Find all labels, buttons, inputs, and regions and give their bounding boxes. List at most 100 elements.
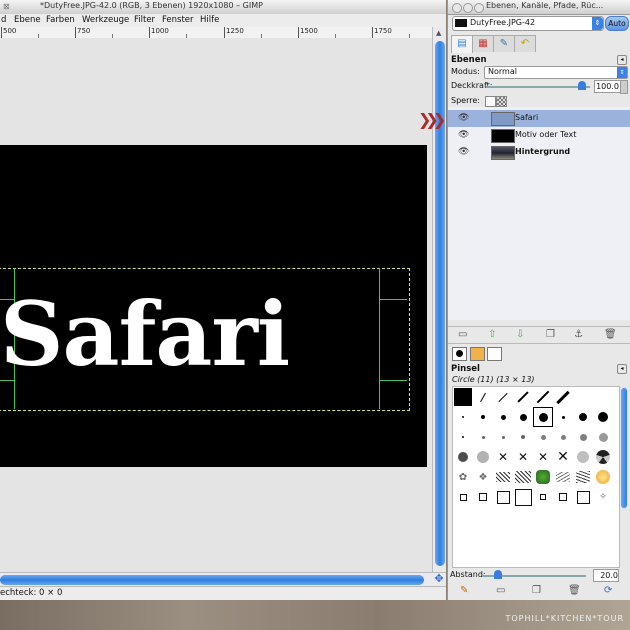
vertical-scrollbar[interactable]: ▲ bbox=[432, 27, 446, 572]
duplicate-layer-icon[interactable]: ❐ bbox=[546, 329, 555, 340]
lower-layer-icon[interactable]: ⇩ bbox=[516, 329, 524, 340]
brush-item[interactable] bbox=[573, 487, 593, 507]
brush-item[interactable] bbox=[513, 387, 533, 407]
brush-item[interactable] bbox=[553, 487, 573, 507]
brush-item[interactable] bbox=[453, 427, 473, 447]
brush-item[interactable] bbox=[593, 467, 613, 487]
close-icon[interactable] bbox=[452, 3, 462, 13]
delete-brush-icon[interactable]: 🗑 bbox=[568, 585, 581, 596]
brush-scrollbar[interactable] bbox=[620, 386, 628, 511]
brush-item[interactable] bbox=[553, 467, 573, 487]
layer-row-hintergrund[interactable]: 👁 Hintergrund bbox=[448, 144, 630, 161]
brush-item[interactable] bbox=[533, 427, 553, 447]
tab-patterns[interactable] bbox=[470, 347, 485, 361]
eye-icon[interactable]: 👁 bbox=[458, 130, 469, 140]
scrollbar-thumb[interactable] bbox=[621, 388, 627, 508]
lock-alpha-icon[interactable] bbox=[496, 96, 507, 107]
brush-item[interactable] bbox=[533, 487, 553, 507]
chevron-up-icon[interactable]: ▲ bbox=[436, 29, 441, 37]
menu-colors[interactable]: Farben bbox=[46, 15, 75, 25]
horizontal-scrollbar[interactable] bbox=[0, 572, 446, 587]
image-window-titlebar[interactable]: ⊠ *DutyFree.JPG-42.0 (RGB, 3 Ebenen) 192… bbox=[0, 0, 446, 15]
brush-item[interactable] bbox=[553, 387, 573, 407]
anchor-layer-icon[interactable]: ⚓ bbox=[574, 329, 583, 340]
brush-item[interactable]: ❖ bbox=[473, 467, 493, 487]
opacity-slider-handle[interactable] bbox=[578, 81, 586, 90]
brush-item[interactable]: ✕ bbox=[513, 447, 533, 467]
scrollbar-thumb[interactable] bbox=[0, 575, 424, 585]
brush-item[interactable] bbox=[473, 447, 493, 467]
brush-item[interactable] bbox=[573, 427, 593, 447]
brush-item[interactable] bbox=[593, 427, 613, 447]
spacing-input[interactable]: 20.0 bbox=[593, 569, 619, 582]
brush-item[interactable] bbox=[513, 427, 533, 447]
menu-image[interactable]: d bbox=[1, 15, 6, 25]
menu-help[interactable]: Hilfe bbox=[200, 15, 219, 25]
menu-windows[interactable]: Fenster bbox=[162, 15, 194, 25]
menu-tools[interactable]: Werkzeuge bbox=[82, 15, 129, 25]
brush-item[interactable] bbox=[473, 487, 493, 507]
zoom-icon[interactable] bbox=[474, 3, 484, 13]
brush-item[interactable] bbox=[533, 467, 553, 487]
tab-undo[interactable]: ↶ bbox=[514, 35, 536, 52]
brush-item[interactable] bbox=[553, 407, 573, 427]
brush-item[interactable] bbox=[453, 387, 473, 407]
brush-item[interactable] bbox=[533, 387, 553, 407]
brush-item[interactable] bbox=[513, 487, 533, 507]
chevron-down-icon[interactable]: ⇕ bbox=[592, 17, 603, 30]
tab-paths[interactable]: ✎ bbox=[493, 35, 515, 52]
brush-item[interactable] bbox=[453, 487, 473, 507]
tab-layers[interactable]: ▤ bbox=[451, 35, 473, 53]
brush-grid[interactable]: ✕ ✕ ✕ ✕ ✿ ❖ ✧ bbox=[452, 386, 620, 513]
opacity-input[interactable]: 100.0 bbox=[594, 80, 621, 93]
minimize-icon[interactable] bbox=[463, 3, 473, 13]
image-selector[interactable]: DutyFree.JPG-42 ⇕ bbox=[452, 16, 604, 31]
layer-row-safari[interactable]: 👁 Safari bbox=[448, 110, 630, 127]
refresh-brushes-icon[interactable]: ⟳ bbox=[604, 585, 612, 596]
brush-item[interactable] bbox=[453, 407, 473, 427]
brush-item[interactable] bbox=[453, 447, 473, 467]
mode-select[interactable]: Normal ⇕ bbox=[484, 66, 628, 79]
brush-item[interactable] bbox=[493, 427, 513, 447]
brush-item[interactable] bbox=[553, 427, 573, 447]
brush-item[interactable] bbox=[473, 387, 493, 407]
brush-item[interactable] bbox=[573, 467, 593, 487]
brush-item[interactable]: ✿ bbox=[453, 467, 473, 487]
new-layer-icon[interactable]: ▭ bbox=[458, 329, 467, 340]
opacity-slider[interactable] bbox=[486, 86, 590, 88]
lock-pixels-checkbox[interactable] bbox=[485, 96, 496, 107]
edit-brush-icon[interactable]: ✎ bbox=[460, 585, 468, 596]
brush-item[interactable] bbox=[513, 467, 533, 487]
new-brush-icon[interactable]: ▭ bbox=[496, 585, 505, 596]
close-icon[interactable]: ⊠ bbox=[3, 2, 10, 11]
brush-item[interactable] bbox=[493, 487, 513, 507]
delete-layer-icon[interactable]: 🗑 bbox=[604, 329, 617, 340]
brush-item[interactable]: ✕ bbox=[493, 447, 513, 467]
brush-item[interactable]: ✕ bbox=[553, 447, 573, 467]
brush-item[interactable] bbox=[593, 407, 613, 427]
menu-layer[interactable]: Ebene bbox=[14, 15, 41, 25]
dock-titlebar[interactable]: Ebenen, Kanäle, Pfade, Rüc... bbox=[448, 0, 630, 15]
navigate-icon[interactable]: ✥ bbox=[432, 572, 446, 586]
brush-item[interactable] bbox=[493, 387, 513, 407]
brush-item[interactable] bbox=[593, 447, 613, 467]
brush-item[interactable] bbox=[493, 407, 513, 427]
spacing-slider-handle[interactable] bbox=[494, 570, 502, 579]
tab-gradients[interactable] bbox=[487, 347, 502, 361]
tab-channels[interactable]: ▦ bbox=[472, 35, 494, 52]
brush-item[interactable]: ✕ bbox=[533, 447, 553, 467]
panel-menu-icon[interactable]: ◂ bbox=[617, 364, 627, 374]
auto-button[interactable]: Auto bbox=[605, 16, 629, 31]
brush-item[interactable] bbox=[513, 407, 533, 427]
raise-layer-icon[interactable]: ⇧ bbox=[488, 329, 496, 340]
layer-row-motiv-oder-text[interactable]: 👁 Motiv oder Text bbox=[448, 127, 630, 144]
brush-item[interactable] bbox=[573, 407, 593, 427]
panel-menu-icon[interactable]: ◂ bbox=[617, 55, 627, 65]
duplicate-brush-icon[interactable]: ❐ bbox=[532, 585, 541, 596]
opacity-spinner[interactable] bbox=[620, 80, 628, 94]
menu-filters[interactable]: Filter bbox=[134, 15, 155, 25]
brush-item[interactable] bbox=[493, 467, 513, 487]
brush-item[interactable] bbox=[473, 427, 493, 447]
eye-icon[interactable]: 👁 bbox=[458, 147, 469, 157]
tab-brushes[interactable] bbox=[452, 347, 467, 361]
